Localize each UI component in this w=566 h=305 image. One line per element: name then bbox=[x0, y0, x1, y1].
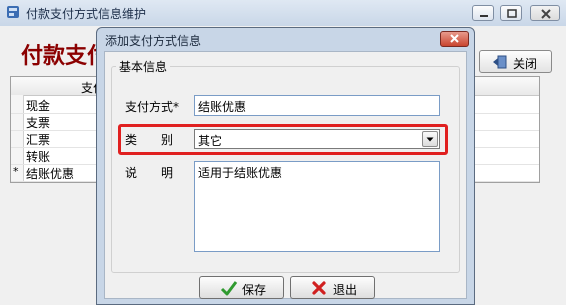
dialog-title: 添加支付方式信息 bbox=[105, 34, 202, 48]
close-button[interactable]: 关闭 bbox=[479, 50, 552, 73]
category-label: 类 别 bbox=[125, 133, 174, 147]
description-label: 说 明 bbox=[125, 166, 174, 180]
add-payment-method-dialog: 添加支付方式信息 基本信息 支付方式* 结账优惠 类 别 其它 说 明 适用于结… bbox=[96, 27, 475, 305]
exit-button-label: 退出 bbox=[333, 283, 358, 297]
maximize-button[interactable] bbox=[500, 5, 522, 21]
dialog-close-button[interactable] bbox=[440, 31, 469, 47]
checkmark-icon bbox=[220, 281, 238, 296]
close-button-label: 关闭 bbox=[513, 57, 538, 71]
category-select[interactable]: 其它 bbox=[194, 129, 440, 149]
close-icon bbox=[541, 9, 551, 19]
table-cell: 结账优惠 bbox=[26, 167, 75, 181]
table-cell: 支票 bbox=[26, 116, 51, 130]
maximize-icon bbox=[507, 9, 517, 18]
table-cell: 汇票 bbox=[26, 133, 51, 147]
table-cell: 转账 bbox=[26, 150, 51, 164]
row-indicator: * bbox=[13, 165, 19, 178]
dropdown-button[interactable] bbox=[422, 131, 438, 147]
x-cross-icon bbox=[312, 281, 326, 295]
category-select-value: 其它 bbox=[198, 134, 223, 148]
dialog-titlebar[interactable]: 添加支付方式信息 bbox=[97, 28, 474, 51]
main-titlebar: 付款支付方式信息维护 bbox=[0, 0, 566, 27]
save-button[interactable]: 保存 bbox=[199, 276, 284, 299]
save-button-label: 保存 bbox=[242, 283, 267, 297]
group-label: 基本信息 bbox=[116, 58, 171, 75]
exit-door-icon bbox=[493, 55, 507, 69]
exit-button[interactable]: 退出 bbox=[290, 276, 375, 299]
payment-method-label: 支付方式* bbox=[125, 100, 180, 114]
description-textarea[interactable]: 适用于结账优惠 bbox=[194, 161, 440, 252]
table-cell: 现金 bbox=[26, 99, 51, 113]
minimize-button[interactable] bbox=[472, 5, 494, 21]
app-icon bbox=[7, 6, 19, 18]
chevron-down-icon bbox=[426, 137, 434, 142]
main-window-title: 付款支付方式信息维护 bbox=[26, 7, 147, 21]
basic-info-group: 基本信息 支付方式* 结账优惠 类 别 其它 说 明 适用于结账优惠 bbox=[111, 58, 460, 273]
payment-method-input[interactable]: 结账优惠 bbox=[194, 95, 440, 116]
close-icon bbox=[450, 34, 459, 43]
minimize-icon bbox=[480, 15, 488, 17]
dialog-body: 基本信息 支付方式* 结账优惠 类 别 其它 说 明 适用于结账优惠 保存 退出 bbox=[104, 51, 467, 299]
window-close-button[interactable] bbox=[530, 5, 560, 21]
